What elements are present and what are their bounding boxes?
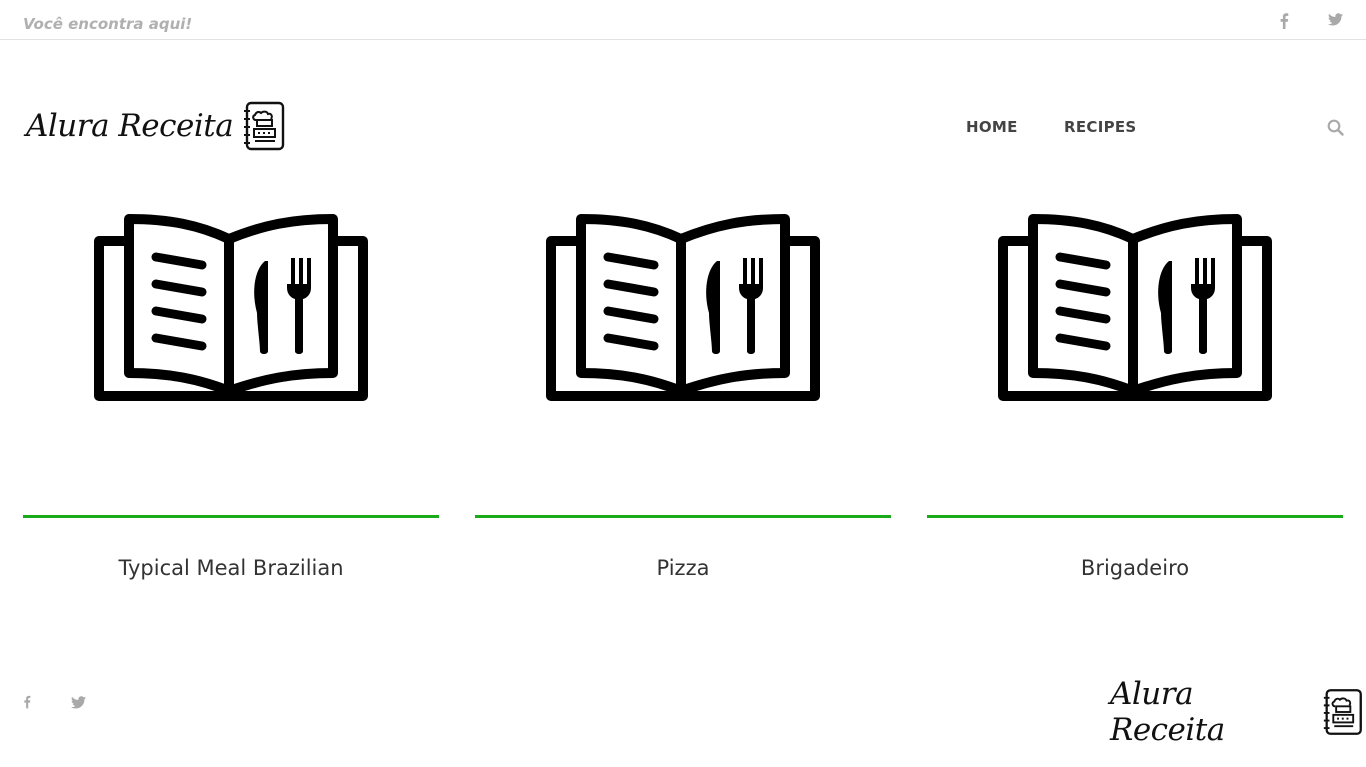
- twitter-icon: [71, 695, 86, 708]
- top-facebook-link[interactable]: [1279, 13, 1289, 29]
- recipe-book-icon: [244, 101, 285, 151]
- logo-text: Alura Receita: [1110, 676, 1225, 748]
- header-logo[interactable]: Alura Receita: [26, 100, 289, 152]
- card-title[interactable]: Typical Meal Brazilian: [23, 556, 439, 580]
- recipe-book-icon: [1323, 689, 1362, 735]
- card-divider: [927, 515, 1343, 518]
- search-icon[interactable]: [1327, 119, 1344, 136]
- footer-social: [23, 695, 86, 714]
- nav-home[interactable]: HOME: [966, 118, 1018, 136]
- nav-recipes[interactable]: RECIPES: [1064, 118, 1137, 136]
- menu-book-icon: [94, 214, 368, 401]
- twitter-icon: [1328, 13, 1343, 26]
- tagline: Você encontra aqui!: [23, 15, 193, 33]
- recipe-card[interactable]: Pizza: [475, 200, 891, 600]
- card-title[interactable]: Brigadeiro: [927, 556, 1343, 580]
- card-divider: [23, 515, 439, 518]
- footer-logo[interactable]: Alura Receita: [1110, 676, 1366, 748]
- footer-twitter-link[interactable]: [71, 695, 86, 714]
- footer-facebook-link[interactable]: [23, 695, 33, 714]
- facebook-icon: [1280, 13, 1289, 29]
- card-divider: [475, 515, 891, 518]
- logo-text: Alura Receita: [26, 108, 234, 144]
- card-title[interactable]: Pizza: [475, 556, 891, 580]
- recipe-card[interactable]: Typical Meal Brazilian: [23, 200, 439, 600]
- menu-book-icon: [998, 214, 1272, 401]
- top-bar: Você encontra aqui!: [0, 0, 1366, 40]
- recipe-card[interactable]: Brigadeiro: [927, 200, 1343, 600]
- facebook-icon: [24, 695, 31, 709]
- menu-book-icon: [546, 214, 820, 401]
- top-twitter-link[interactable]: [1328, 13, 1343, 26]
